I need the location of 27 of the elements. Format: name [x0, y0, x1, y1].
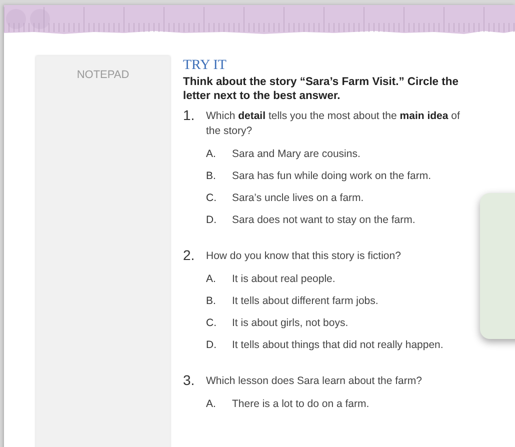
option-text: It is about girls, not boys.: [232, 316, 348, 330]
option-text: Sara’s uncle lives on a farm.: [232, 191, 364, 205]
question-text: Which detail tells you the most about the main idea of the story?: [206, 109, 461, 139]
option-letter: A.: [206, 272, 217, 286]
question-text: How do you know that this story is fiction?: [206, 249, 402, 264]
option-letter: B.: [206, 169, 217, 183]
option-text: Sara does not want to stay on the farm.: [232, 213, 416, 227]
option-text: Sara has fun while doing work on the farm.: [232, 169, 432, 183]
option-letter: C.: [206, 191, 218, 205]
option-letter: A.: [206, 147, 217, 161]
option-text: It tells about things that did not really happen.: [232, 338, 444, 352]
question-number: 1.: [183, 108, 196, 125]
question-number: 3.: [183, 373, 196, 389]
option-text: It is about real people.: [232, 272, 336, 286]
option-letter: D.: [206, 338, 218, 352]
option-text: Sara and Mary are cousins.: [232, 147, 360, 161]
option-letter: B.: [206, 294, 217, 308]
option-text: There is a lot to do on a farm.: [232, 397, 370, 411]
section-heading: TRY IT: [183, 58, 228, 74]
option-text: It tells about different farm jobs.: [232, 294, 378, 308]
option-letter: A.: [206, 397, 217, 411]
option-letter: C.: [206, 316, 218, 330]
option-letter: D.: [206, 213, 218, 227]
notepad-label: NOTEPAD: [76, 69, 130, 83]
question-number: 2.: [183, 248, 196, 264]
instructions-text: Think about the story “Sara’s Farm Visit.” Circle the letter next to the best answer.: [183, 75, 460, 103]
question-text: Which lesson does Sara learn about the farm?: [206, 374, 423, 389]
